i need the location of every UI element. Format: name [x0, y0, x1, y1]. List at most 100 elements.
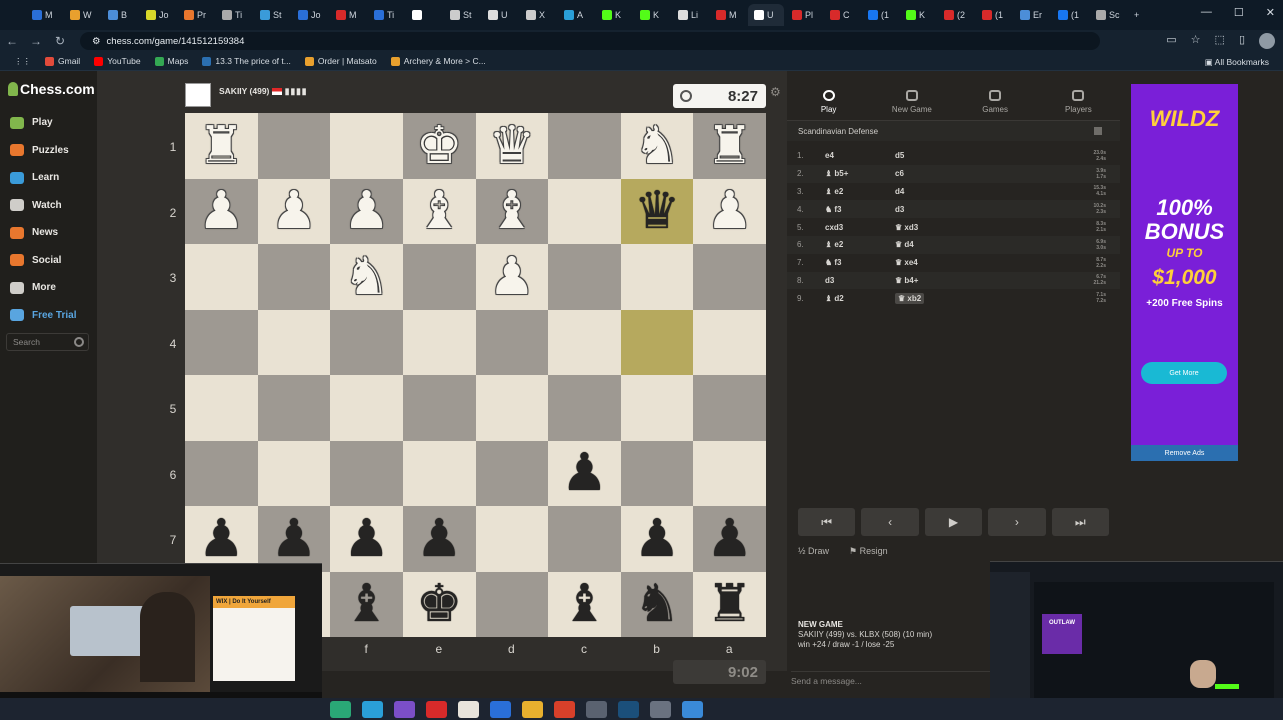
ad-cta-button[interactable]: Get More [1141, 362, 1227, 384]
board-square[interactable] [402, 440, 476, 506]
folder-icon[interactable] [522, 700, 543, 718]
white-pawn-piece[interactable]: ♟ [198, 185, 245, 237]
black-move[interactable]: ♛ xb2 [895, 292, 1065, 304]
white-move[interactable]: ♞ f3 [825, 205, 895, 214]
bookmark-order[interactable]: Order | Matsato [304, 56, 377, 66]
board-square[interactable] [475, 571, 549, 637]
telegram-icon[interactable] [362, 700, 383, 718]
board-square[interactable]: ♚ [402, 113, 476, 179]
board-square[interactable]: ♟ [620, 506, 694, 572]
black-knight-piece[interactable]: ♞ [634, 578, 681, 630]
search-icon[interactable] [74, 337, 84, 347]
board-square[interactable]: ♟ [402, 506, 476, 572]
bookmark-gmail[interactable]: Gmail [45, 56, 80, 66]
black-pawn-piece[interactable]: ♟ [634, 513, 681, 565]
tab-new-game[interactable]: New Game [870, 83, 953, 120]
board-square[interactable] [693, 244, 766, 310]
board-square[interactable]: ♛ [620, 178, 694, 244]
black-bishop-piece[interactable]: ♝ [343, 578, 390, 630]
chrome-icon[interactable] [554, 700, 575, 718]
board-square[interactable]: ♝ [402, 178, 476, 244]
browser-tab[interactable]: K [634, 4, 670, 26]
maximize-icon[interactable]: ☐ [1234, 6, 1244, 19]
browser-tab[interactable]: Sc [1090, 4, 1126, 26]
white-bishop-piece[interactable]: ♝ [489, 185, 536, 237]
white-move[interactable]: ♝ e2 [825, 187, 895, 196]
browser-tab[interactable]: U [748, 4, 784, 26]
board-square[interactable] [257, 309, 331, 375]
sidebar-search-input[interactable]: Search [6, 333, 89, 351]
steam-icon[interactable] [618, 700, 639, 718]
white-rook-piece[interactable]: ♜ [706, 120, 753, 172]
board-square[interactable] [257, 375, 331, 441]
browser-tab[interactable]: M [26, 4, 62, 26]
bookmark-youtube[interactable]: YouTube [94, 56, 141, 66]
board-square[interactable] [475, 506, 549, 572]
board-square[interactable]: ♟ [330, 506, 403, 572]
book-icon[interactable] [1094, 127, 1102, 135]
board-square[interactable] [548, 113, 621, 179]
board-square[interactable] [257, 440, 331, 506]
black-pawn-piece[interactable]: ♟ [343, 513, 390, 565]
browser-tab[interactable]: C [824, 4, 860, 26]
board-square[interactable] [402, 375, 476, 441]
chess-board[interactable]: ♜ ♚ ♛ ♞ ♜ ♟ ♟ ♟ ♝ ♝ ♛ ♟ ♞ ♟ ♟ ♟ ♟ ♟ ♟ ♟ ♟ ♝ ♚ ♝ ♞ ♜ [185, 113, 766, 637]
black-move[interactable]: ♛ xe4 [895, 258, 1065, 267]
browser-tab[interactable]: St [254, 4, 290, 26]
white-pawn-piece[interactable]: ♟ [271, 185, 318, 237]
black-move[interactable]: d3 [895, 205, 1065, 214]
board-square[interactable] [402, 244, 476, 310]
first-move-button[interactable]: ⏮ [798, 508, 856, 536]
tab-play[interactable]: Play [787, 83, 870, 120]
white-move[interactable]: ♝ b5+ [825, 169, 895, 178]
browser-tab[interactable]: Jo [292, 4, 328, 26]
app-icon[interactable] [394, 700, 415, 718]
browser-tab[interactable]: Pl [786, 4, 822, 26]
black-pawn-piece[interactable]: ♟ [416, 513, 463, 565]
advertisement[interactable]: WILDZ 100% BONUS UP TO $1,000 +200 Free … [1131, 84, 1238, 461]
white-king-piece[interactable]: ♚ [416, 120, 463, 172]
bookmark-star-icon[interactable]: ☆ [1191, 33, 1201, 49]
board-square[interactable] [330, 309, 403, 375]
board-square[interactable]: ♜ [693, 571, 766, 637]
board-square[interactable] [475, 375, 549, 441]
sidebar-item-social[interactable]: Social [0, 247, 97, 275]
browser-tab[interactable]: (2 [938, 4, 974, 26]
black-queen-piece[interactable]: ♛ [634, 185, 681, 237]
app-icon[interactable] [682, 700, 703, 718]
black-king-piece[interactable]: ♚ [416, 578, 463, 630]
white-move[interactable]: ♞ f3 [825, 258, 895, 267]
browser-tab[interactable]: X [520, 4, 556, 26]
board-square[interactable] [185, 375, 258, 441]
app-icon[interactable] [330, 700, 351, 718]
board-square[interactable] [693, 375, 766, 441]
white-queen-piece[interactable]: ♛ [489, 120, 536, 172]
bookmark-archery[interactable]: Archery & More > C... [390, 56, 486, 66]
board-square[interactable]: ♟ [185, 506, 258, 572]
white-move[interactable]: d3 [825, 276, 895, 285]
browser-tab[interactable]: Er [1014, 4, 1050, 26]
browser-tab[interactable]: Pr [178, 4, 214, 26]
browser-tab[interactable]: K [596, 4, 632, 26]
app-icon[interactable] [426, 700, 447, 718]
bookmark-maps[interactable]: Maps [154, 56, 188, 66]
sidebar-item-puzzles[interactable]: Puzzles [0, 137, 97, 165]
board-square[interactable] [185, 244, 258, 310]
resign-button[interactable]: ⚑ Resign [849, 546, 888, 557]
black-rook-piece[interactable]: ♜ [706, 578, 753, 630]
board-square[interactable]: ♟ [475, 244, 549, 310]
white-pawn-piece[interactable]: ♟ [706, 185, 753, 237]
browser-tab[interactable]: Li [672, 4, 708, 26]
black-pawn-piece[interactable]: ♟ [271, 513, 318, 565]
close-icon[interactable]: ✕ [1266, 6, 1275, 19]
cast-icon[interactable]: ▭ [1166, 33, 1176, 49]
sidepanel-icon[interactable]: ▯ [1239, 33, 1245, 49]
board-square[interactable] [330, 375, 403, 441]
url-field[interactable]: ⚙ chess.com/game/141512159384 [80, 32, 1100, 50]
browser-tab[interactable]: M [330, 4, 366, 26]
board-square[interactable] [402, 309, 476, 375]
sidebar-item-play[interactable]: Play [0, 109, 97, 137]
black-pawn-piece[interactable]: ♟ [706, 513, 753, 565]
site-info-icon[interactable]: ⚙ [92, 36, 101, 47]
tab-games[interactable]: Games [954, 83, 1037, 120]
